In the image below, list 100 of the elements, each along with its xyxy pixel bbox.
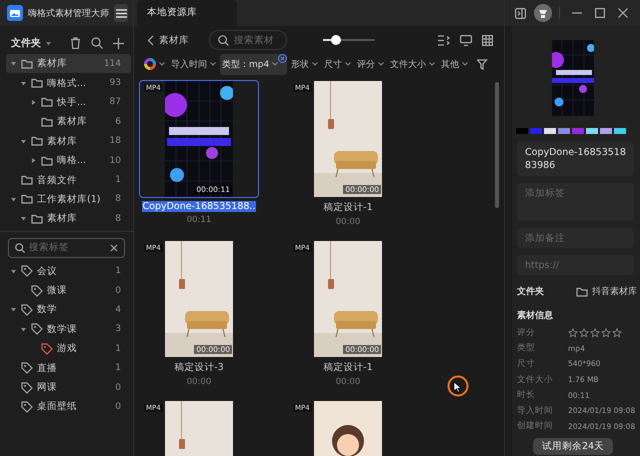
filter-dropdown[interactable]: 文件大小 <box>388 56 438 72</box>
folder-item[interactable]: 嗨格式... 93 <box>6 73 131 93</box>
caret-down-icon <box>462 62 468 66</box>
tag-item[interactable]: 游戏 1 <box>6 339 131 358</box>
caret-down-icon[interactable] <box>45 40 52 46</box>
pointer-icon <box>453 381 461 393</box>
trial-notice: 试用剩余24天 <box>533 438 614 455</box>
file-name[interactable]: 稿定设计-3 <box>173 361 225 374</box>
folder-icon <box>41 116 53 127</box>
folder-item[interactable]: 工作素材库(1) 8 <box>6 190 131 210</box>
caret-down-icon[interactable] <box>10 268 17 275</box>
color-swatch[interactable] <box>614 128 626 134</box>
search-icon <box>15 242 25 253</box>
caret-down-icon <box>378 62 384 66</box>
folder-item[interactable]: 素材库 18 <box>6 132 131 151</box>
folder-icon <box>576 286 588 296</box>
caret-down-icon[interactable] <box>10 196 17 203</box>
filter-dropdown[interactable]: 评分 <box>355 56 386 72</box>
search-icon[interactable] <box>91 37 103 49</box>
star-icon <box>601 328 611 338</box>
scrollbar-thumb[interactable] <box>495 82 499 208</box>
info-label: 类型 <box>517 342 536 354</box>
folder-icon <box>21 175 33 186</box>
filter-dropdown[interactable]: 其他 <box>439 56 470 72</box>
panel-toggle-icon[interactable] <box>515 8 526 18</box>
caret-down-icon[interactable] <box>20 215 27 222</box>
star-icon <box>590 328 600 338</box>
tab[interactable]: 本地资源库 <box>137 0 237 26</box>
folder-item[interactable]: 素材库 114 <box>6 54 131 74</box>
duration: 00:00 <box>186 377 212 387</box>
info-label: 时长 <box>517 389 536 402</box>
folder-item[interactable]: 快手... 87 <box>6 92 131 112</box>
caret-down-icon <box>345 62 352 66</box>
back-icon[interactable] <box>147 34 154 46</box>
clear-icon[interactable] <box>278 54 288 62</box>
filter-dropdown[interactable]: 类型：mp4 <box>220 54 288 74</box>
star-rating[interactable] <box>568 328 622 338</box>
maximize-icon[interactable] <box>595 8 605 18</box>
info-label: 导入时间 <box>517 404 554 417</box>
folder-item[interactable]: 嗨格... 10 <box>6 150 131 170</box>
folder-link[interactable]: 抖音素材库 <box>576 285 637 298</box>
filter-dropdown[interactable]: 导入时间 <box>169 56 218 72</box>
tag-item[interactable]: 数学 4 <box>6 300 131 320</box>
caret-down-icon[interactable] <box>10 306 17 314</box>
trash-icon[interactable] <box>70 37 81 49</box>
caret-down-icon[interactable] <box>10 60 17 68</box>
color-swatch[interactable] <box>530 128 542 134</box>
section-title[interactable]: 文件夹 <box>11 36 41 50</box>
close-icon[interactable] <box>618 8 628 18</box>
monitor-icon[interactable] <box>460 34 472 46</box>
url-field[interactable]: https:// <box>517 255 634 275</box>
sort-icon[interactable] <box>438 34 450 46</box>
folder-icon <box>31 214 43 224</box>
folder-item[interactable]: 素材库 6 <box>6 112 131 132</box>
caret-down-icon <box>429 62 436 66</box>
close-icon[interactable] <box>110 244 118 252</box>
color-filter[interactable] <box>142 56 167 72</box>
caret-down-icon[interactable] <box>20 326 27 333</box>
color-swatch[interactable] <box>516 128 528 134</box>
folder-item[interactable]: 音频文件 1 <box>6 170 131 190</box>
caret-down-icon[interactable] <box>20 138 27 145</box>
name-field[interactable]: CopyDone-1685351883986 <box>517 142 634 176</box>
tag-item[interactable]: 桌面壁纸 0 <box>6 397 131 417</box>
search-field[interactable]: 搜索素材 <box>209 30 287 50</box>
add-icon[interactable] <box>113 38 124 48</box>
tags-field[interactable]: 添加标签 <box>517 183 634 221</box>
tag-item[interactable]: 直播 1 <box>6 358 131 378</box>
grid-icon[interactable] <box>482 34 493 46</box>
color-swatch[interactable] <box>544 128 556 134</box>
avatar-icon[interactable] <box>534 4 552 22</box>
tag-item[interactable]: 网课 0 <box>6 378 131 398</box>
info-label: 评分 <box>517 326 536 339</box>
color-swatch[interactable] <box>586 128 598 134</box>
caret-right-icon[interactable] <box>30 98 37 106</box>
caret-right-icon[interactable] <box>30 157 37 164</box>
folder-icon <box>31 136 43 146</box>
star-icon <box>612 328 622 338</box>
color-swatch[interactable] <box>558 128 570 134</box>
caret-down-icon <box>312 62 318 66</box>
tag-item[interactable]: 微课 0 <box>6 280 131 300</box>
filter-dropdown[interactable]: 尺寸 <box>322 56 354 72</box>
star-icon <box>579 328 589 338</box>
tag-item[interactable]: 数学课 3 <box>6 320 131 340</box>
menu-button[interactable] <box>114 4 128 22</box>
caret-down-icon[interactable] <box>20 80 27 87</box>
note-field[interactable]: 添加备注 <box>517 228 634 248</box>
file-name[interactable]: 稿定设计-1 <box>322 361 374 374</box>
search-icon <box>218 35 229 46</box>
duration: 00:00 <box>336 377 360 387</box>
info-label: 文件大小 <box>517 374 554 386</box>
folder-item[interactable]: 素材库 8 <box>6 209 131 229</box>
filter-icon[interactable] <box>477 58 488 70</box>
search-field[interactable]: 搜索标签 <box>8 238 125 258</box>
file-name[interactable]: 稿定设计-1 <box>322 201 374 214</box>
color-swatch[interactable] <box>600 128 612 134</box>
color-swatch[interactable] <box>572 128 584 134</box>
tag-item[interactable]: 会议 1 <box>6 262 131 281</box>
caret-down-icon <box>272 62 278 66</box>
filter-dropdown[interactable]: 形状 <box>289 56 320 72</box>
file-name[interactable]: CopyDone-168535188.. <box>142 201 256 212</box>
